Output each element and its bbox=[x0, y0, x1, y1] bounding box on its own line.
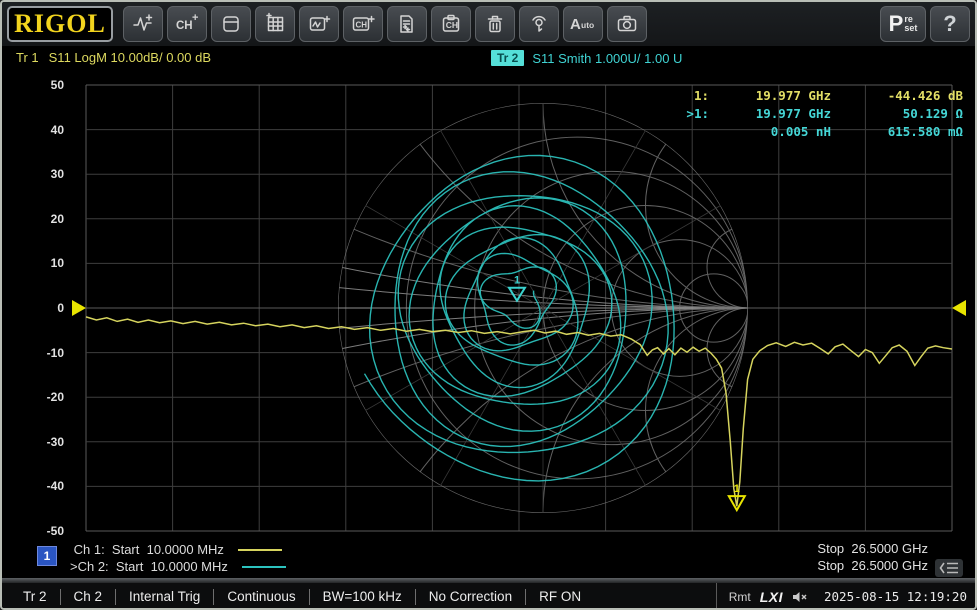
status-item-internal-trig[interactable]: Internal Trig bbox=[115, 589, 213, 605]
trace-color-swatch bbox=[242, 566, 286, 568]
window-id-badge[interactable]: 1 bbox=[37, 546, 57, 566]
lxi-indicator: LXI bbox=[760, 589, 783, 605]
channel-stop-info: Stop 26.5000 GHzStop 26.5000 GHz bbox=[817, 541, 928, 575]
status-right: Rmt LXI 2025-08-15 12:19:20 bbox=[716, 583, 975, 610]
y-axis-label: 20 bbox=[24, 213, 64, 225]
channel-start-label: Ch 1: Start 10.0000 MHz bbox=[70, 542, 224, 557]
marker-value: 50.129 Ω bbox=[831, 106, 963, 121]
channel-stop-label[interactable]: Stop 26.5000 GHz bbox=[817, 558, 928, 575]
marker-frequency: 19.977 GHz bbox=[709, 106, 831, 121]
y-axis-label: -50 bbox=[24, 525, 64, 537]
marker-id bbox=[675, 124, 709, 139]
channel-start-label: >Ch 2: Start 10.0000 MHz bbox=[70, 559, 228, 574]
channel-start-info[interactable]: >Ch 2: Start 10.0000 MHz bbox=[70, 558, 286, 575]
channel-start-info[interactable]: Ch 1: Start 10.0000 MHz bbox=[70, 541, 286, 558]
trace-color-swatch bbox=[238, 549, 282, 551]
status-items: Tr 2Ch 2Internal TrigContinuousBW=100 kH… bbox=[2, 589, 594, 605]
speaker-muted-icon[interactable] bbox=[792, 590, 809, 604]
y-axis-label: -30 bbox=[24, 436, 64, 448]
status-item-ch-2[interactable]: Ch 2 bbox=[60, 589, 116, 605]
marker-value: -44.426 dB bbox=[831, 88, 963, 103]
remote-indicator: Rmt bbox=[729, 590, 751, 604]
y-axis-label: 0 bbox=[24, 302, 64, 314]
status-item-tr-2[interactable]: Tr 2 bbox=[10, 589, 60, 605]
y-axis-label: -40 bbox=[24, 480, 64, 492]
y-axis-label: 30 bbox=[24, 168, 64, 180]
vna-screen: RIGOL CH+CHCHAuto P re set ? Tr 1S11 Log… bbox=[0, 0, 977, 610]
y-axis-label: -10 bbox=[24, 347, 64, 359]
svg-text:1: 1 bbox=[734, 483, 740, 495]
status-bar: Tr 2Ch 2Internal TrigContinuousBW=100 kH… bbox=[2, 583, 975, 610]
menu-collapse-button[interactable] bbox=[935, 559, 963, 577]
datetime: 2025-08-15 12:19:20 bbox=[824, 589, 967, 604]
marker-readout: 1:19.977 GHz-44.426 dB >1:19.977 GHz50.12… bbox=[675, 88, 963, 139]
ref-level-marker-left[interactable] bbox=[72, 300, 86, 316]
y-axis-label: 50 bbox=[24, 79, 64, 91]
menu-collapse-icon bbox=[938, 561, 960, 575]
y-axis-label: 40 bbox=[24, 124, 64, 136]
channel-info: Ch 1: Start 10.0000 MHz >Ch 2: Start 10.0… bbox=[70, 541, 286, 575]
y-axis-label: 10 bbox=[24, 257, 64, 269]
marker-id: 1: bbox=[675, 88, 709, 103]
status-item-rf-on[interactable]: RF ON bbox=[525, 589, 594, 605]
marker-1-tr2[interactable]: 1 bbox=[509, 275, 525, 301]
channel-stop-label[interactable]: Stop 26.5000 GHz bbox=[817, 541, 928, 558]
status-item-bw-100-khz[interactable]: BW=100 kHz bbox=[309, 589, 415, 605]
status-item-continuous[interactable]: Continuous bbox=[213, 589, 308, 605]
marker-id: >1: bbox=[675, 106, 709, 121]
y-axis-label: -20 bbox=[24, 391, 64, 403]
marker-frequency: 0.005 nH bbox=[709, 124, 831, 139]
ref-level-marker-right[interactable] bbox=[952, 300, 966, 316]
marker-frequency: 19.977 GHz bbox=[709, 88, 831, 103]
svg-text:1: 1 bbox=[514, 275, 520, 287]
status-item-no-correction[interactable]: No Correction bbox=[415, 589, 525, 605]
marker-value: 615.580 mΩ bbox=[831, 124, 963, 139]
